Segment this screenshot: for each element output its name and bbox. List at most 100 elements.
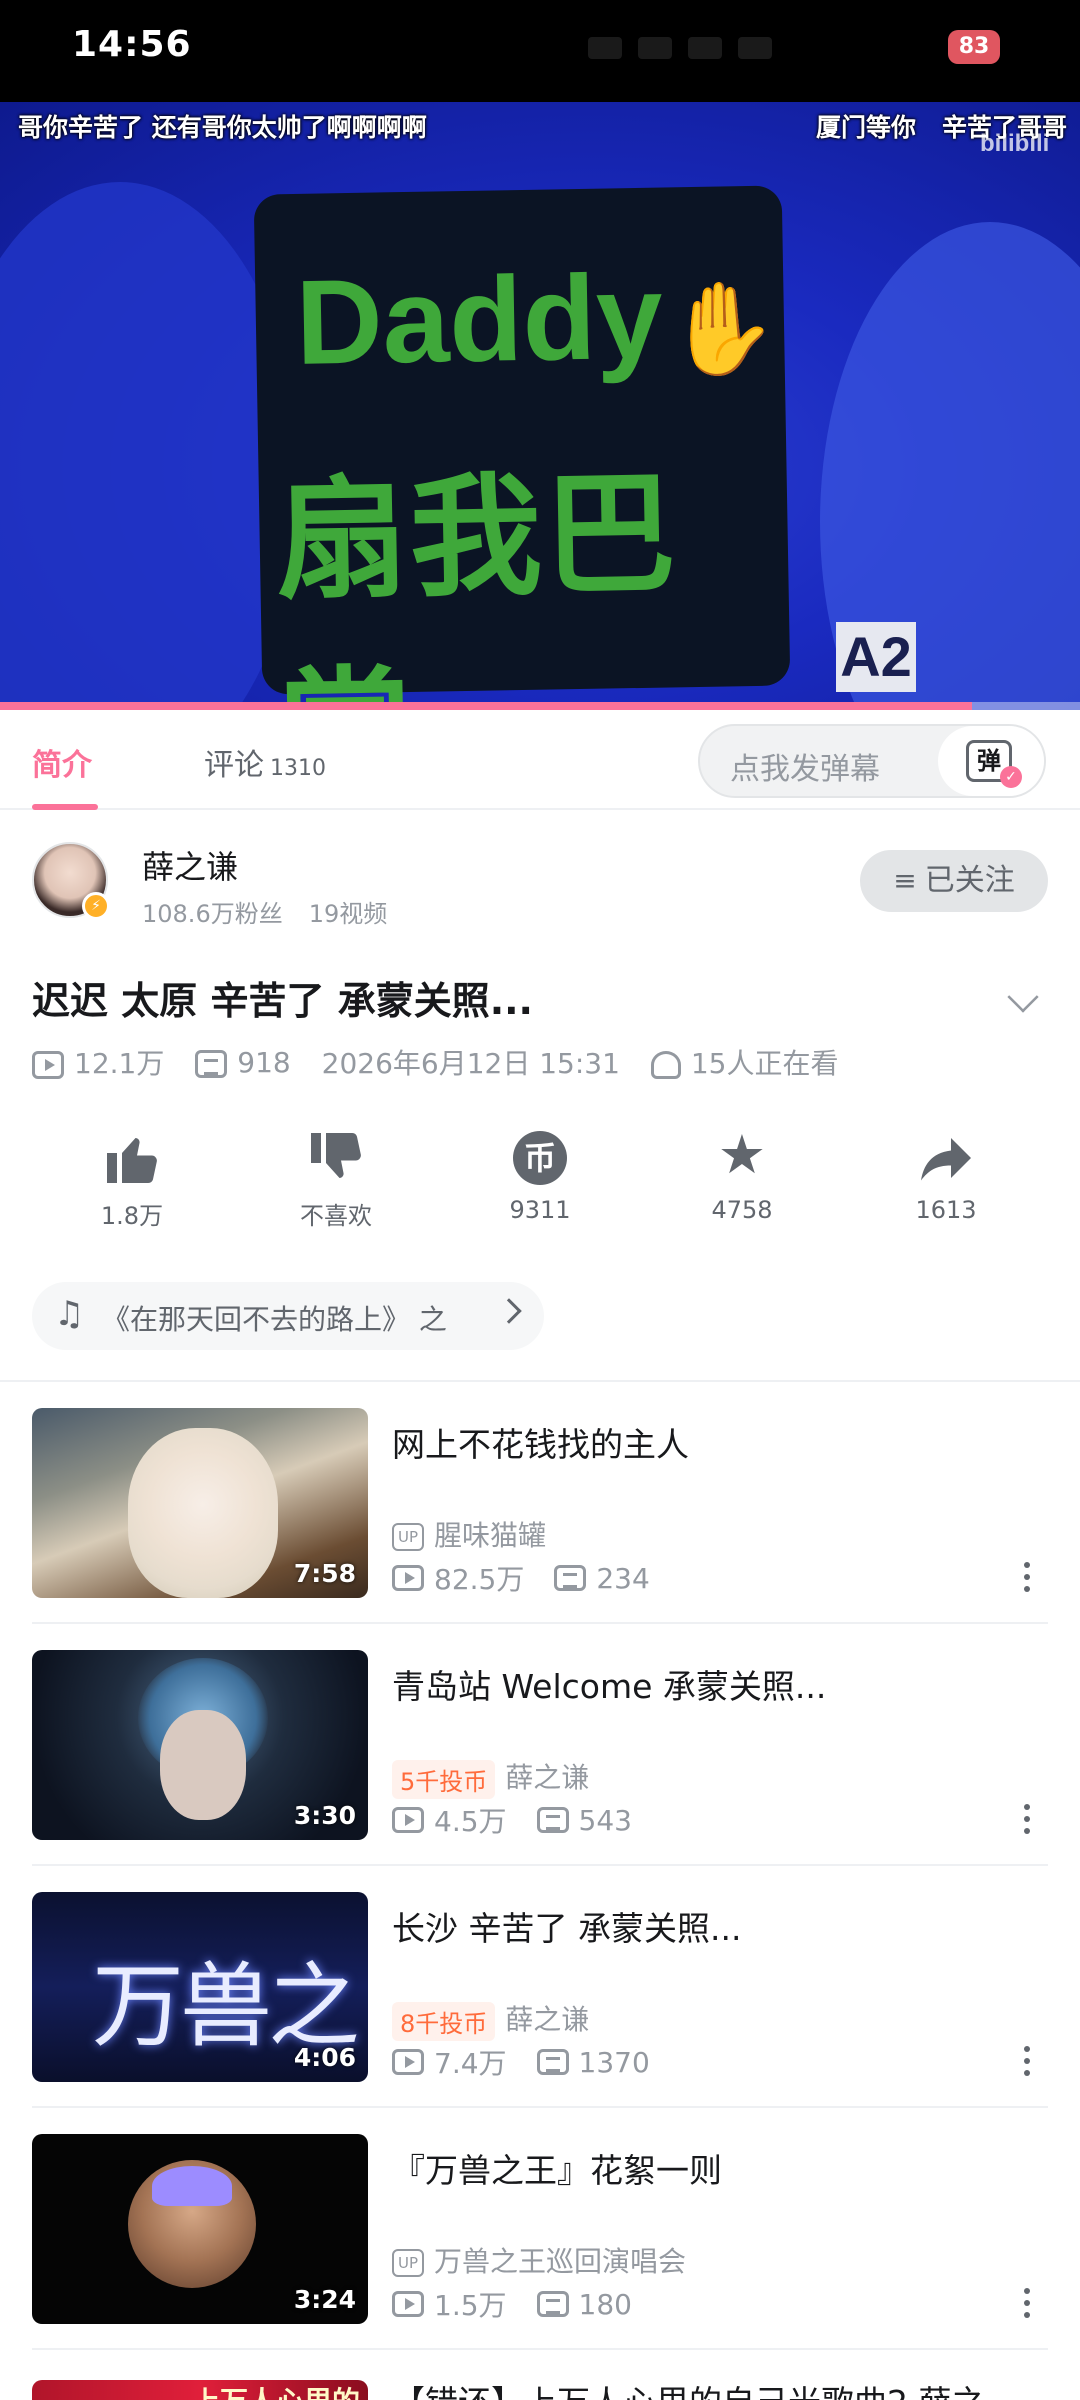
uploader-name[interactable]: 薛之谦 [142, 842, 238, 888]
tab-comments-count: 1310 [270, 756, 326, 781]
share-button[interactable]: 1613 [866, 1120, 1026, 1224]
check-icon: ✓ [1000, 766, 1022, 788]
danmaku-comment: 厦门等你 [816, 113, 917, 142]
danmaku-count: 918 [237, 1045, 291, 1079]
viewers-icon [650, 1051, 681, 1079]
action-bar: 1.8万 不喜欢 币 9311 ★ 4758 1613 [0, 1120, 1080, 1250]
related-author-row: 8千投币 薛之谦 [392, 1998, 589, 2041]
related-danmaku: 1370 [578, 2045, 650, 2079]
like-count: 1.8万 [100, 1202, 164, 1230]
danmaku-count-icon [554, 1565, 587, 1591]
detail-tabs: 简介 评论 1310 点我发弹幕 弹 ✓ [0, 710, 1080, 810]
video-title: 迟迟 太原 辛苦了 承蒙关照... [32, 979, 533, 1023]
danmaku-count-icon [536, 2049, 569, 2075]
video-thumbnail[interactable]: 上万人心里的 [32, 2380, 368, 2400]
music-note-icon: ♫ [54, 1294, 85, 1334]
related-views: 82.5万 [434, 1563, 525, 1596]
coin-count: 9311 [509, 1196, 571, 1224]
tab-comments-label: 评论 [204, 748, 264, 783]
follow-button[interactable]: ≡ 已关注 [860, 850, 1048, 912]
status-time: 14:56 [72, 24, 192, 65]
coin-button[interactable]: 币 9311 [460, 1120, 620, 1224]
share-icon [866, 1120, 1026, 1190]
more-options-icon[interactable] [1020, 1804, 1034, 1844]
related-video[interactable]: 上万人心里的 【错还】上万人心里的自己光歌曲2 薛之 [0, 2370, 1080, 2400]
video-thumbnail[interactable]: 3:30 [32, 1650, 368, 1840]
progress-fill [0, 702, 972, 710]
follow-label: 已关注 [924, 863, 1015, 898]
dislike-button[interactable]: 不喜欢 [256, 1120, 416, 1231]
chevron-down-icon[interactable] [1007, 981, 1039, 1013]
video-thumbnail[interactable]: 7:58 [32, 1408, 368, 1598]
tab-intro[interactable]: 简介 [32, 740, 92, 784]
related-views: 1.5万 [434, 2289, 507, 2322]
related-video[interactable]: 3:24 『万兽之王』花絮一则 UP 万兽之王巡回演唱会 1.5万 180 [0, 2108, 1080, 2350]
more-options-icon[interactable] [1020, 2288, 1034, 2328]
related-stats: 1.5万 180 [392, 2284, 662, 2324]
related-title: 【错还】上万人心里的自己光歌曲2 薛之 [392, 2376, 985, 2400]
danmaku-comment: 哥你辛苦了 还有哥你太帅了啊啊啊啊 [18, 113, 427, 142]
related-danmaku: 180 [578, 2287, 632, 2321]
favorite-count: 4758 [711, 1196, 773, 1224]
coin-badge: 5千投币 [392, 1759, 496, 1799]
related-views: 4.5万 [434, 1805, 507, 1838]
related-author: 腥味猫罐 [434, 1519, 547, 1552]
chevron-right-icon [496, 1298, 522, 1324]
like-button[interactable]: 1.8万 [52, 1120, 212, 1231]
thumbnail-image [128, 2160, 256, 2288]
video-player[interactable]: Daddy ✋ 扇我巴掌 A2 哥你辛苦了 还有哥你太帅了啊啊啊啊 厦门等你 辛… [0, 102, 1080, 710]
danmaku-input[interactable]: 点我发弹幕 弹 ✓ [698, 724, 1046, 798]
fan-sign: Daddy ✋ 扇我巴掌 [253, 185, 791, 710]
status-bar: 14:56 83 [0, 0, 1080, 102]
video-progress-bar[interactable] [0, 702, 1080, 710]
coin-icon: 币 [460, 1120, 620, 1190]
related-video[interactable]: 7:58 网上不花钱找的主人 UP 腥味猫罐 82.5万 234 [0, 1382, 1080, 1624]
tab-comments[interactable]: 评论 1310 [204, 740, 326, 784]
system-icons [580, 28, 920, 68]
uploader-videos: 19视频 [308, 900, 388, 928]
thumbnail-image [128, 1428, 278, 1598]
related-author-row: UP 腥味猫罐 [392, 1514, 546, 1554]
video-duration: 3:24 [293, 2285, 356, 2314]
related-author: 薛之谦 [505, 2003, 590, 2036]
more-options-icon[interactable] [1020, 1562, 1034, 1602]
related-stats: 82.5万 234 [392, 1558, 680, 1598]
battery-icon: 83 [948, 30, 1000, 64]
related-danmaku: 234 [596, 1561, 650, 1595]
more-options-icon[interactable] [1020, 2046, 1034, 2086]
uploader-fans: 108.6万粉丝 [142, 900, 283, 928]
play-count-icon [392, 1565, 424, 1591]
related-video[interactable]: 3:30 青岛站 Welcome 承蒙关照... 5千投币 薛之谦 4.5万 543 [0, 1624, 1080, 1866]
related-title: 网上不花钱找的主人 [392, 1425, 689, 1464]
watching-count: 15人正在看 [690, 1047, 839, 1080]
related-title: 长沙 辛苦了 承蒙关照... [392, 1909, 742, 1948]
up-tag-icon: UP [392, 2249, 425, 2277]
view-count: 12.1万 [74, 1047, 165, 1080]
dislike-label: 不喜欢 [300, 1202, 372, 1230]
danmaku-toggle-button[interactable]: 弹 ✓ [938, 726, 1044, 796]
thumbs-up-icon [52, 1120, 212, 1190]
danmaku-count-icon [536, 2291, 569, 2317]
related-danmaku: 543 [578, 1803, 632, 1837]
thumbnail-text: 上万人心里的 [192, 2380, 360, 2400]
related-author-row: UP 万兽之王巡回演唱会 [392, 2240, 686, 2280]
related-stats: 7.4万 1370 [392, 2042, 680, 2082]
danmaku-input-placeholder: 点我发弹幕 [730, 752, 880, 787]
uploader-stats: 108.6万粉丝 19视频 [142, 894, 387, 929]
bgm-pill[interactable]: ♫ 《在那天回不去的路上》 之 [32, 1282, 544, 1350]
video-thumbnail[interactable]: 3:24 [32, 2134, 368, 2324]
bilibili-watermark: bilibili [980, 130, 1050, 157]
related-stats: 4.5万 543 [392, 1800, 662, 1840]
video-thumbnail[interactable]: 万兽之王 4:06 [32, 1892, 368, 2082]
video-duration: 4:06 [293, 2043, 356, 2072]
sign-line-1: Daddy [294, 249, 664, 390]
related-title: 青岛站 Welcome 承蒙关照... [392, 1667, 827, 1706]
related-author: 薛之谦 [505, 1761, 590, 1794]
share-count: 1613 [915, 1196, 977, 1224]
play-count-icon [392, 2049, 424, 2075]
up-tag-icon: UP [392, 1523, 425, 1551]
favorite-button[interactable]: ★ 4758 [662, 1120, 822, 1224]
video-duration: 3:30 [293, 1801, 356, 1830]
related-video[interactable]: 万兽之王 4:06 长沙 辛苦了 承蒙关照... 8千投币薛之谦 7.4万 137… [0, 1866, 1080, 2108]
video-duration: 7:58 [293, 1559, 356, 1588]
